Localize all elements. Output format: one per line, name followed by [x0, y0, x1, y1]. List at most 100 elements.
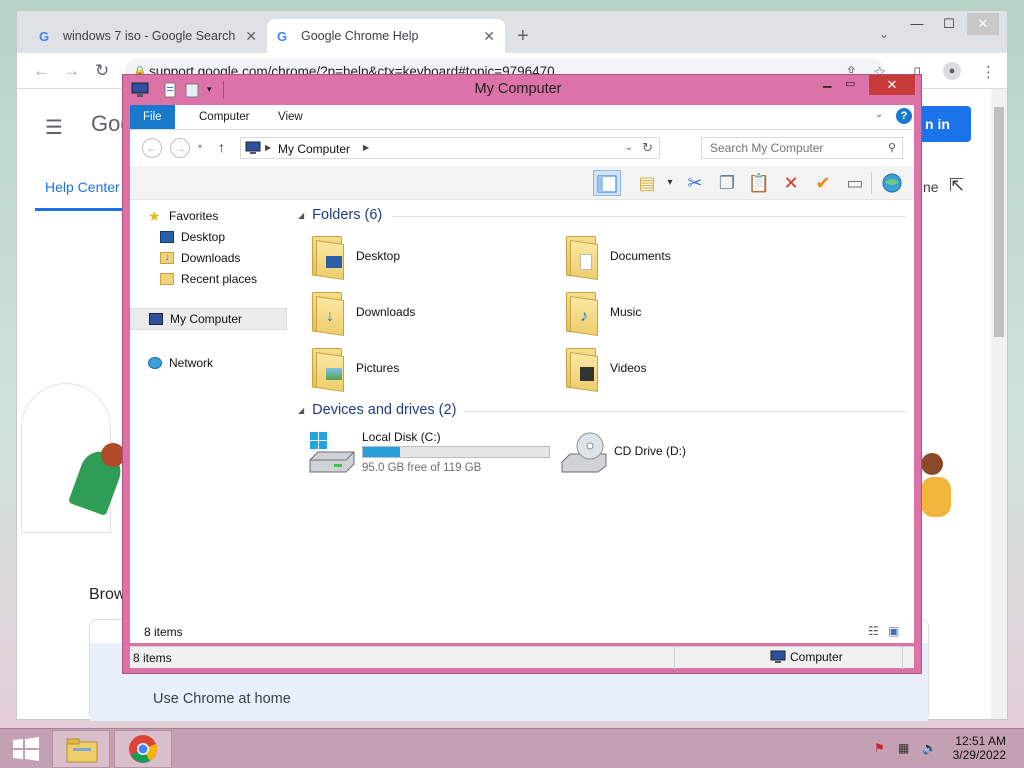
profile-avatar-icon[interactable]: ● — [943, 62, 961, 80]
folder-name: Downloads — [356, 305, 416, 319]
hamburger-menu-icon[interactable]: ☰ — [45, 115, 63, 140]
nav-label: Desktop — [181, 230, 226, 244]
folder-options-dropdown-icon[interactable]: ▾ — [656, 170, 684, 196]
cut-icon[interactable]: ✂ — [681, 170, 709, 196]
breadcrumb-separator-icon[interactable]: ▶ — [265, 143, 271, 152]
refresh-icon[interactable]: ↻ — [642, 140, 653, 156]
checkmark-icon[interactable]: ✔ — [809, 170, 837, 196]
maximize-button[interactable]: ☐ — [933, 13, 965, 35]
sign-in-button[interactable]: n in — [917, 106, 971, 142]
taskbar-chrome-button[interactable] — [114, 730, 172, 768]
volume-muted-icon[interactable]: 🔈 — [922, 741, 937, 755]
minimize-button[interactable]: ▁ — [823, 75, 831, 88]
computer-icon — [149, 313, 163, 325]
preview-pane-button[interactable] — [593, 170, 621, 196]
nav-network[interactable]: Network — [148, 353, 213, 373]
navigation-pane: ★ Favorites Desktop ↓ Downloads Recent p… — [130, 200, 290, 643]
nav-downloads[interactable]: ↓ Downloads — [160, 248, 240, 268]
new-tab-button[interactable]: + — [517, 25, 529, 48]
forward-arrow-icon[interactable]: → — [63, 61, 80, 81]
tab-file[interactable]: File — [130, 105, 175, 129]
network-globe-icon[interactable] — [878, 170, 906, 196]
google-favicon-icon: G — [277, 28, 288, 44]
system-clock[interactable]: 12:51 AM 3/29/2022 — [948, 734, 1006, 762]
rename-icon[interactable]: ▭ — [841, 170, 869, 196]
explorer-titlebar[interactable]: ▾ My Computer ▁ ▭ ✕ — [123, 75, 921, 105]
forward-arrow-icon[interactable]: → — [170, 138, 190, 158]
tab-chrome-help[interactable]: G Google Chrome Help ✕ — [267, 19, 505, 53]
menu-kebab-icon[interactable]: ⋮ — [981, 63, 996, 81]
folder-documents[interactable]: Documents — [560, 230, 671, 282]
folder-videos[interactable]: Videos — [560, 342, 646, 394]
address-box[interactable]: ▶ My Computer ▶ ⌄ ↻ — [240, 137, 660, 159]
search-box[interactable]: ⚲ — [701, 137, 903, 159]
breadcrumb-chevron-icon[interactable]: ▶ — [363, 143, 369, 152]
status-location: Computer — [770, 650, 843, 664]
folder-downloads[interactable]: ↓ Downloads — [306, 286, 415, 338]
help-icon[interactable]: ? — [896, 108, 912, 124]
folder-desktop[interactable]: Desktop — [306, 230, 400, 282]
up-arrow-icon[interactable]: ↑ — [218, 139, 225, 155]
devices-group-header[interactable]: ◢ Devices and drives (2) — [298, 402, 456, 418]
folders-group-header[interactable]: ◢ Folders (6) — [298, 207, 382, 223]
explorer-content: ★ Favorites Desktop ↓ Downloads Recent p… — [130, 200, 914, 643]
folder-music[interactable]: ♪ Music — [560, 286, 641, 338]
action-center-flag-icon[interactable]: ⚑ — [874, 741, 885, 755]
nav-my-computer[interactable]: My Computer — [130, 308, 287, 330]
close-window-button[interactable]: ✕ — [869, 75, 915, 95]
tab-windows-search[interactable]: G windows 7 iso - Google Search ✕ — [29, 19, 267, 53]
drive-cd-d[interactable]: CD Drive (D:) — [560, 428, 760, 476]
topic-card-title[interactable]: Use Chrome at home — [153, 691, 291, 707]
windows-logo-icon — [13, 737, 39, 761]
close-browser-button[interactable]: ✕ — [967, 13, 999, 35]
folder-pictures[interactable]: Pictures — [306, 342, 399, 394]
tab-computer[interactable]: Computer — [186, 105, 263, 129]
drive-usage-fill — [363, 447, 401, 457]
tab-view[interactable]: View — [265, 105, 316, 129]
file-explorer-window: ▾ My Computer ▁ ▭ ✕ File Computer View ⌄… — [122, 74, 922, 674]
back-arrow-icon[interactable]: ← — [33, 61, 50, 81]
recent-locations-dropdown-icon[interactable]: ▾ — [198, 142, 202, 151]
maximize-button[interactable]: ▭ — [845, 77, 855, 90]
search-input[interactable] — [702, 138, 882, 158]
external-link-icon[interactable]: ⇱ — [949, 175, 964, 196]
address-label: My Computer — [278, 142, 351, 156]
search-icon[interactable]: ⚲ — [888, 141, 896, 154]
delete-icon[interactable]: ✕ — [777, 170, 805, 196]
drive-free-space: 95.0 GB free of 119 GB — [362, 462, 482, 474]
minimize-button[interactable]: — — [901, 13, 933, 35]
tab-search-chevron-icon[interactable]: ⌄ — [879, 27, 889, 41]
nav-recent-places[interactable]: Recent places — [160, 269, 257, 289]
start-button[interactable] — [6, 735, 46, 763]
folder-name: Pictures — [356, 361, 400, 375]
nav-desktop[interactable]: Desktop — [160, 227, 225, 247]
taskbar-file-explorer-button[interactable] — [52, 730, 110, 768]
copy-icon[interactable]: ❐ — [713, 170, 741, 196]
details-view-icon[interactable]: ☷ — [868, 624, 879, 638]
devices-header-label: Devices and drives (2) — [312, 402, 457, 418]
collapse-triangle-icon[interactable]: ◢ — [298, 211, 304, 220]
back-arrow-icon[interactable]: ← — [142, 138, 162, 158]
recent-places-icon — [160, 273, 174, 285]
paste-icon[interactable]: 📋 — [745, 170, 773, 196]
group-divider — [464, 411, 906, 412]
nav-label: Downloads — [181, 251, 241, 265]
scrollbar-thumb[interactable] — [994, 107, 1004, 337]
nav-favorites[interactable]: ★ Favorites — [148, 206, 218, 226]
drive-name: CD Drive (D:) — [614, 444, 686, 458]
help-center-tab[interactable]: Help Center — [45, 179, 120, 195]
network-status-icon[interactable]: ▦ — [898, 741, 909, 755]
drive-local-disk-c[interactable]: Local Disk (C:) 95.0 GB free of 119 GB — [308, 428, 558, 476]
collapse-triangle-icon[interactable]: ◢ — [298, 406, 304, 415]
expand-ribbon-chevron-icon[interactable]: ⌄ — [875, 109, 883, 120]
nav-label: My Computer — [170, 312, 243, 326]
chrome-icon — [129, 735, 157, 763]
hard-drive-icon — [309, 432, 355, 473]
close-tab-icon[interactable]: ✕ — [483, 28, 495, 45]
large-icons-view-icon[interactable]: ▣ — [888, 624, 899, 638]
page-scrollbar[interactable] — [991, 89, 1007, 719]
group-divider — [392, 216, 906, 217]
close-tab-icon[interactable]: ✕ — [245, 28, 257, 45]
address-dropdown-icon[interactable]: ⌄ — [625, 142, 633, 153]
reload-icon[interactable]: ↻ — [95, 61, 109, 81]
